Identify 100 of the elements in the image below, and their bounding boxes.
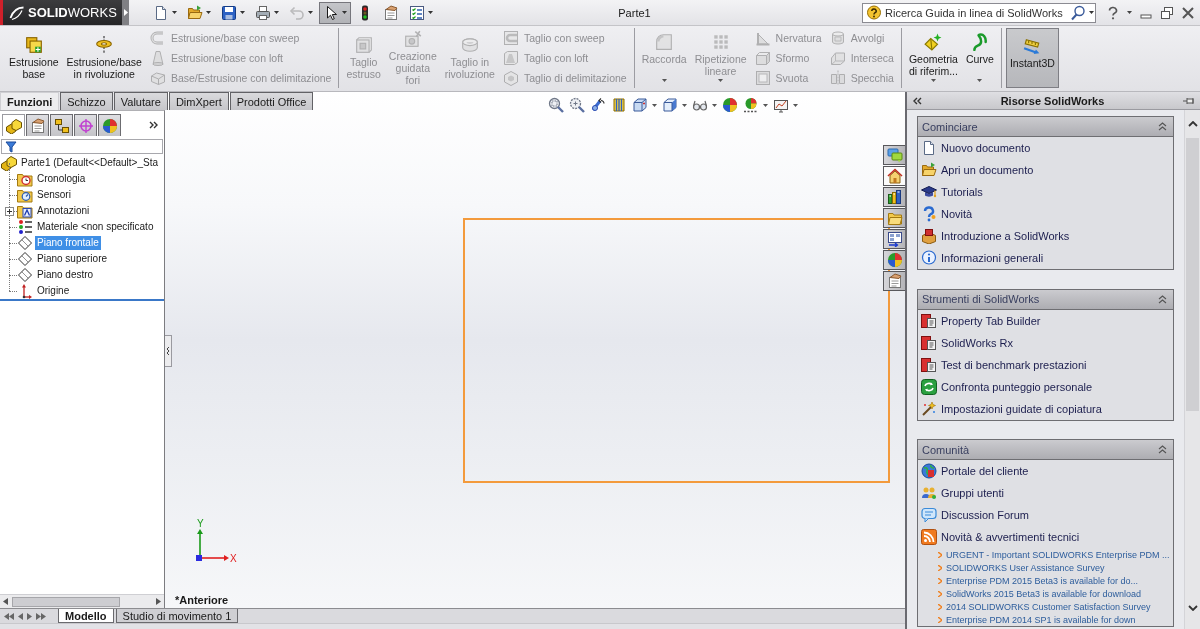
menu-flyout-button[interactable] — [122, 0, 129, 25]
splitter-handle[interactable] — [165, 335, 172, 367]
bottom-tab[interactable]: Studio di movimento 1 — [115, 609, 239, 623]
resource-link[interactable]: Tutorials — [918, 181, 1173, 203]
expand-icon[interactable] — [5, 207, 14, 216]
view-settings-button[interactable] — [773, 97, 798, 113]
resource-link[interactable]: Novità — [918, 203, 1173, 225]
property-manager-tab[interactable] — [26, 114, 49, 136]
resource-link[interactable]: Informazioni generali — [918, 247, 1173, 269]
apply-scene-button[interactable] — [743, 97, 768, 113]
news-link[interactable]: Enterprise PDM 2014 SP1 is available for down — [918, 613, 1173, 626]
help-icon[interactable] — [1106, 5, 1120, 20]
zoom-fit-button[interactable] — [548, 97, 564, 113]
bottom-tab[interactable]: Modello — [58, 609, 114, 623]
clipboard-icon — [383, 4, 399, 21]
tree-item[interactable]: Origine — [35, 284, 72, 298]
help-bubble-icon[interactable] — [866, 4, 882, 21]
library-tab[interactable] — [883, 187, 905, 207]
ruler-arrow-icon — [1023, 37, 1042, 55]
caret-icon[interactable] — [1089, 11, 1094, 14]
display-tab[interactable] — [98, 114, 121, 136]
resource-link[interactable]: Nuovo documento — [918, 137, 1173, 159]
curves-button[interactable]: Curve — [962, 28, 997, 88]
configuration-tree-icon — [53, 117, 70, 134]
section-view-button[interactable] — [611, 97, 627, 113]
drilled-block-icon — [403, 30, 422, 48]
tree-item[interactable]: Piano destro — [35, 268, 96, 282]
ribbon-tab[interactable]: Prodotti Office — [229, 92, 314, 110]
news-link[interactable]: SOLIDWORKS User Assistance Survey — [918, 561, 1173, 574]
resource-link[interactable]: Introduzione a SolidWorks — [918, 225, 1173, 247]
double-chevron-icon[interactable] — [913, 96, 923, 105]
view-orientation-button[interactable] — [632, 97, 657, 113]
restore-icon[interactable] — [1160, 5, 1174, 20]
double-left-arrow-icon[interactable] — [4, 612, 14, 620]
resource-link[interactable]: Test di benchmark prestazioni — [918, 353, 1173, 376]
configuration-tab[interactable] — [50, 114, 73, 136]
resource-link[interactable]: Discussion Forum — [918, 504, 1173, 526]
dimxpert-tab[interactable] — [74, 114, 97, 136]
ribbon-tab[interactable]: DimXpert — [168, 92, 229, 110]
select-button[interactable] — [319, 1, 351, 24]
file-explorer-tab[interactable] — [883, 208, 905, 228]
left-arrow-icon[interactable] — [3, 598, 8, 605]
resource-link[interactable]: Gruppi utenti — [918, 482, 1173, 504]
ribbon-tab[interactable]: Funzioni — [0, 92, 60, 110]
chevron-down-icon[interactable] — [1187, 605, 1198, 611]
resource-link[interactable]: Property Tab Builder — [918, 309, 1173, 332]
collapse-chevron-icon[interactable] — [1158, 294, 1167, 304]
rss-icon — [921, 529, 937, 545]
right-arrow-icon[interactable] — [27, 612, 32, 620]
close-icon[interactable] — [1181, 5, 1195, 20]
news-link[interactable]: 2014 SOLIDWORKS Customer Satisfaction Survey — [918, 600, 1173, 613]
ribbon-tab[interactable]: Schizzo — [60, 92, 113, 110]
resource-link[interactable]: Apri un documento — [918, 159, 1173, 181]
forum-tab[interactable] — [883, 145, 905, 165]
feature-tree-tab[interactable] — [2, 114, 25, 136]
resource-link[interactable]: SolidWorks Rx — [918, 331, 1173, 354]
resource-link[interactable]: Confronta punteggio personale — [918, 375, 1173, 398]
edit-appearance-button[interactable] — [722, 97, 738, 113]
tree-item[interactable]: Cronologia — [35, 172, 88, 186]
chevron-up-icon[interactable] — [1187, 121, 1198, 127]
tree-item[interactable]: Parte1 (Default<<Default>_Sta — [19, 156, 161, 170]
tree-item[interactable]: Sensori — [35, 188, 73, 202]
collapse-chevron-icon[interactable] — [1158, 122, 1167, 131]
resource-link[interactable]: Portale del cliente — [918, 460, 1173, 482]
pin-icon[interactable] — [1182, 95, 1196, 106]
tree-item[interactable]: Annotazioni — [35, 204, 92, 218]
filter-field[interactable] — [1, 139, 163, 154]
news-link[interactable]: URGENT - Important SOLIDWORKS Enterprise PDM ... — [918, 548, 1173, 561]
home-tab[interactable] — [883, 166, 905, 186]
news-link[interactable]: Enterprise PDM 2015 Beta3 is available for do... — [918, 574, 1173, 587]
plane-icon — [17, 235, 33, 251]
search-input[interactable]: Ricerca Guida in linea di SolidWorks — [885, 6, 1067, 19]
left-arrow-icon[interactable] — [18, 612, 23, 620]
horizontal-scrollbar[interactable] — [0, 594, 164, 608]
display-style-button[interactable] — [662, 97, 687, 113]
instant3d-button[interactable]: Instant3D — [1005, 28, 1059, 88]
double-chevron-icon[interactable] — [149, 121, 159, 129]
search-field[interactable]: Ricerca Guida in linea di SolidWorks — [862, 2, 1096, 23]
ref-geometry-button[interactable]: Geometria di riferim... — [905, 28, 961, 88]
vertical-scrollbar[interactable] — [1184, 110, 1200, 629]
ribbon-tab[interactable]: Valutare — [113, 92, 168, 110]
custom-properties-tab[interactable] — [883, 271, 905, 291]
tree-item[interactable]: Materiale <non specificato — [35, 220, 156, 234]
previous-view-button[interactable] — [590, 97, 606, 113]
scroll-thumb[interactable] — [12, 596, 120, 607]
caret-icon[interactable] — [1127, 11, 1132, 14]
resource-link[interactable]: Novità & avvertimenti tecnici — [918, 526, 1173, 548]
resource-link[interactable]: Impostazioni guidate di copiatura — [918, 397, 1173, 420]
view-palette-tab[interactable] — [883, 229, 905, 249]
revolve-button[interactable]: Estrusione/base in rivoluzione — [63, 28, 145, 88]
zoom-area-button[interactable] — [569, 97, 585, 113]
collapse-chevron-icon[interactable] — [1158, 445, 1167, 454]
double-right-arrow-icon[interactable] — [36, 612, 46, 620]
appearances-tab[interactable] — [883, 250, 905, 270]
news-link[interactable]: SolidWorks 2015 Beta3 is available for download — [918, 587, 1173, 600]
right-arrow-icon[interactable] — [156, 598, 161, 605]
extrude-button[interactable]: Estrusione base — [6, 28, 62, 88]
tree-item[interactable]: Piano superiore — [35, 252, 110, 266]
search-icon[interactable] — [1070, 4, 1086, 21]
sweep-icon — [149, 30, 166, 46]
